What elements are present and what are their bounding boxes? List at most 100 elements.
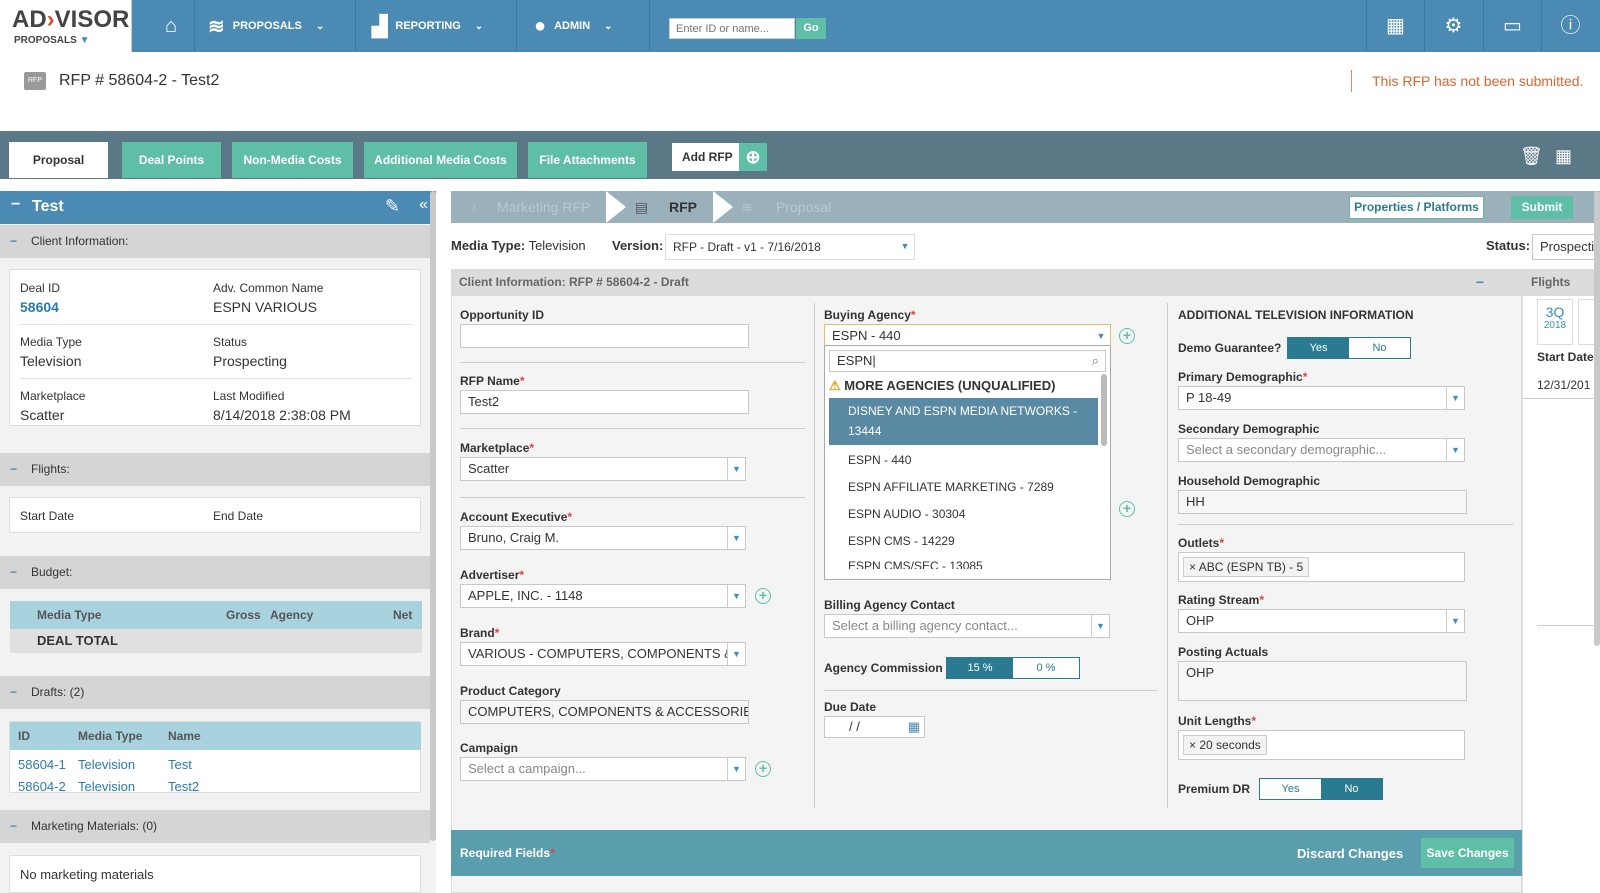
commission-15-option[interactable]: 15 % — [947, 658, 1013, 678]
calendar-icon[interactable]: ▦ — [908, 717, 920, 737]
collapse-panel-icon[interactable]: « — [419, 196, 428, 214]
add-campaign-icon[interactable]: + — [755, 761, 771, 777]
agency-search-input[interactable]: ESPN| ⌕ — [829, 350, 1106, 372]
tab-additional-media-costs[interactable]: Additional Media Costs — [364, 142, 517, 178]
outlet-chip[interactable]: × ABC (ESPN TB) - 5 — [1183, 557, 1310, 577]
spreadsheet-icon[interactable]: ▦ — [1555, 146, 1572, 167]
step-proposal[interactable]: Proposal — [776, 191, 831, 223]
remove-icon[interactable]: × — [1189, 738, 1196, 752]
properties-platforms-button[interactable]: Properties / Platforms — [1349, 196, 1484, 219]
layers-icon: ≋ — [208, 15, 225, 38]
billing-contact-select[interactable]: Select a billing agency contact... ▼ — [824, 614, 1110, 638]
page-title: RFP # 58604-2 - Test2 — [59, 72, 220, 89]
gear-icon: ⚙ — [1444, 15, 1463, 37]
due-date-input[interactable]: / / ▦ — [824, 716, 925, 738]
step-rfp[interactable]: RFP — [669, 191, 697, 223]
top-navigation-bar: AD›VISOR PROPOSALS ▼ ⌂ ≋ PROPOSALS ⌄ ▟ REPO… — [0, 0, 1600, 52]
unit-length-chip[interactable]: × 20 seconds — [1183, 735, 1267, 755]
version-select[interactable]: RFP - Draft - v1 - 7/16/2018 ▼ — [665, 234, 915, 260]
add-advertiser-icon[interactable]: + — [755, 588, 771, 604]
chevron-down-icon: ▼ — [1092, 325, 1110, 347]
rfp-name-input[interactable]: Test2 — [460, 390, 749, 414]
remove-icon[interactable]: × — [1189, 560, 1196, 574]
marketing-materials-header[interactable]: − Marketing Materials: (0) — [0, 810, 430, 843]
dropdown-scrollbar[interactable] — [1101, 374, 1107, 446]
demo-guarantee-toggle[interactable]: Yes No — [1287, 337, 1411, 359]
outlets-input[interactable]: × ABC (ESPN TB) - 5 — [1178, 552, 1465, 582]
calendar-icon: ▦ — [1386, 15, 1405, 37]
premium-yes-option[interactable]: Yes — [1260, 779, 1321, 799]
page-scrollbar[interactable] — [1594, 191, 1600, 646]
info-button[interactable]: ⓘ — [1541, 0, 1599, 52]
nav-proposals[interactable]: ≋ PROPOSALS ⌄ — [208, 0, 324, 52]
warning-icon: ⚠ — [829, 378, 841, 393]
marketing-materials-card: No marketing materials — [9, 855, 421, 893]
rating-stream-select[interactable]: OHP ▼ — [1178, 609, 1465, 633]
edit-icon[interactable]: ✎ — [385, 196, 400, 217]
flights-header[interactable]: − Flights: — [0, 453, 430, 486]
nav-admin[interactable]: ● ADMIN ⌄ — [534, 0, 613, 52]
drafts-card: ID Media Type Name 58604-1 Television Te… — [9, 721, 421, 794]
calendar-button[interactable]: ▦ — [1366, 0, 1424, 52]
advisor-logo[interactable]: AD›VISOR PROPOSALS ▼ — [0, 0, 132, 52]
buying-agency-dropdown: ESPN| ⌕ ⚠ MORE AGENCIES (UNQUALIFIED) DIS… — [824, 345, 1111, 580]
agency-option[interactable]: ESPN AFFILIATE MARKETING - 7289 — [825, 480, 1100, 494]
tab-deal-points[interactable]: Deal Points — [122, 142, 221, 178]
tab-file-attachments[interactable]: File Attachments — [528, 142, 647, 178]
chevron-down-icon: ▼ — [1446, 439, 1464, 461]
quarter-tile[interactable]: 3Q 2018 — [1537, 299, 1573, 345]
add-buying-agency-icon[interactable]: + — [1119, 328, 1135, 344]
collapse-icon[interactable]: − — [1476, 269, 1484, 296]
tab-non-media-costs[interactable]: Non-Media Costs — [232, 142, 353, 178]
step-marketing-rfp[interactable]: Marketing RFP — [497, 191, 590, 223]
discard-changes-button[interactable]: Discard Changes — [1297, 846, 1403, 861]
commission-0-option[interactable]: 0 % — [1013, 658, 1079, 678]
nav-reporting[interactable]: ▟ REPORTING ⌄ — [372, 0, 483, 52]
home-button[interactable]: ⌂ — [150, 0, 192, 52]
messages-button[interactable]: ▭ — [1483, 0, 1541, 52]
collapse-icon[interactable]: − — [11, 196, 20, 214]
save-changes-button[interactable]: Save Changes — [1421, 838, 1514, 868]
chevron-down-icon: ▼ — [1091, 615, 1109, 637]
go-button[interactable]: Go — [796, 18, 826, 39]
demo-no-option[interactable]: No — [1349, 338, 1410, 358]
agency-option[interactable]: ESPN AUDIO - 30304 — [825, 507, 1100, 521]
agency-option[interactable]: ESPN CMS - 14229 — [825, 534, 1100, 548]
drafts-header[interactable]: − Drafts: (2) — [0, 676, 430, 709]
step-arrow — [606, 191, 626, 223]
agency-option[interactable]: ESPN CMS/SEC - 13085 — [825, 559, 1100, 569]
marketplace-select[interactable]: Scatter ▼ — [460, 457, 746, 481]
add-agency-icon[interactable]: + — [1119, 501, 1135, 517]
premium-no-option[interactable]: No — [1321, 779, 1382, 799]
unit-lengths-input[interactable]: × 20 seconds — [1178, 730, 1465, 760]
client-info-header[interactable]: − Client Information: — [0, 225, 430, 258]
brand-select[interactable]: VARIOUS - COMPUTERS, COMPONENTS & A... ▼ — [460, 642, 746, 666]
agency-option-highlighted[interactable]: DISNEY AND ESPN MEDIA NETWORKS - 13444 — [829, 398, 1098, 445]
media-type-value: Television — [528, 238, 586, 253]
secondary-demographic-select[interactable]: Select a secondary demographic... ▼ — [1178, 438, 1465, 462]
plus-icon: ⊕ — [739, 143, 767, 171]
account-executive-select[interactable]: Bruno, Craig M. ▼ — [460, 526, 746, 550]
tab-proposal[interactable]: Proposal — [9, 142, 108, 178]
demo-yes-option[interactable]: Yes — [1288, 338, 1349, 358]
advertiser-select[interactable]: APPLE, INC. - 1148 ▼ — [460, 584, 746, 608]
form-footer: Required Fields* Discard Changes Save Ch… — [451, 830, 1522, 876]
trash-icon[interactable]: 🗑 — [1520, 146, 1543, 167]
opportunity-id-input[interactable] — [460, 324, 749, 348]
left-panel-scrollbar[interactable] — [430, 191, 436, 841]
settings-button[interactable]: ⚙ — [1424, 0, 1482, 52]
submit-button[interactable]: Submit — [1511, 196, 1573, 219]
logo-caret-icon: ▼ — [79, 35, 90, 46]
agency-commission-toggle[interactable]: 15 % 0 % — [946, 657, 1080, 679]
premium-dr-toggle[interactable]: Yes No — [1259, 778, 1383, 800]
campaign-select[interactable]: Select a campaign... ▼ — [460, 757, 746, 781]
status-select[interactable]: Prospecti — [1532, 234, 1600, 260]
add-rfp-button[interactable]: Add RFP ⊕ — [672, 143, 767, 171]
search-input[interactable] — [669, 18, 795, 39]
primary-demographic-select[interactable]: P 18-49 ▼ — [1178, 386, 1465, 410]
deal-id-link[interactable]: 58604 — [20, 299, 59, 315]
budget-header[interactable]: − Budget: — [0, 556, 430, 589]
step-arrow — [713, 191, 733, 223]
chevron-down-icon: ▼ — [727, 643, 745, 665]
agency-option[interactable]: ESPN - 440 — [825, 453, 1100, 467]
